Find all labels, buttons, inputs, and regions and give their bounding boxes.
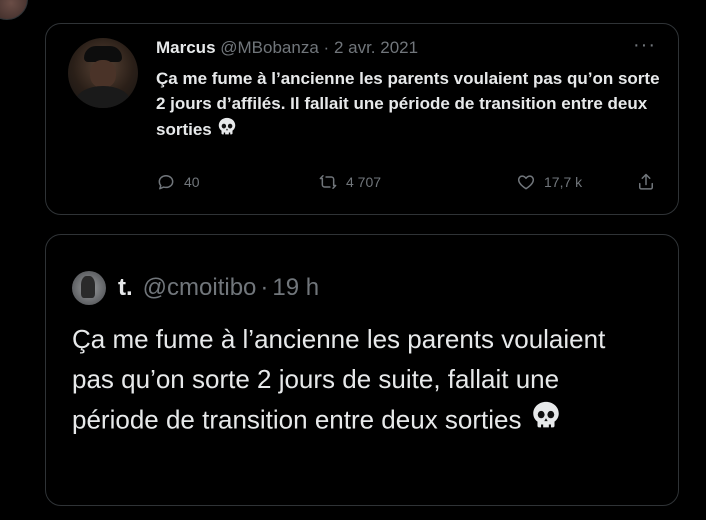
more-icon[interactable]: ··· — [633, 34, 656, 57]
reply-button[interactable]: 40 — [156, 172, 200, 192]
author-name[interactable]: Marcus — [156, 38, 216, 57]
retweet-button[interactable]: 4 707 — [318, 172, 381, 192]
tweet-text-content: Ça me fume à l’ancienne les parents voul… — [72, 324, 606, 435]
tweet-actions: 40 4 707 17,7 k — [156, 172, 656, 196]
skull-icon — [529, 399, 563, 444]
avatar-body — [76, 86, 130, 108]
previous-tweet-avatar[interactable] — [0, 0, 28, 20]
avatar-figure — [81, 276, 95, 298]
like-button[interactable]: 17,7 k — [516, 172, 582, 192]
tweet-text: Ça me fume à l’ancienne les parents voul… — [156, 66, 666, 145]
separator: · — [323, 38, 330, 57]
reply-icon — [158, 175, 174, 190]
retweet-icon — [319, 175, 337, 189]
share-icon — [639, 173, 653, 190]
quoted-tweet-card[interactable]: Marcus @MBobanza · 2 avr. 2021 ··· Ça me… — [45, 23, 679, 215]
heart-icon — [517, 175, 535, 190]
tweet-date[interactable]: 19 h — [272, 274, 319, 302]
tweet-date[interactable]: 2 avr. 2021 — [334, 38, 418, 57]
skull-icon — [216, 116, 238, 145]
avatar[interactable] — [68, 38, 138, 108]
reply-count: 40 — [184, 174, 200, 190]
author-handle[interactable]: @MBobanza — [220, 38, 319, 57]
separator: · — [260, 274, 269, 301]
author-handle[interactable]: @cmoitibo — [143, 274, 257, 302]
tweet-header: t. @cmoitibo · 19 h — [72, 271, 319, 305]
tweet-header: Marcus @MBobanza · 2 avr. 2021 — [156, 38, 418, 58]
tweet-text: Ça me fume à l’ancienne les parents voul… — [72, 319, 632, 444]
retweet-count: 4 707 — [346, 174, 382, 190]
share-button[interactable] — [636, 172, 656, 192]
avatar[interactable] — [72, 271, 106, 305]
like-count: 17,7 k — [544, 174, 583, 190]
tweet-card[interactable]: t. @cmoitibo · 19 h Ça me fume à l’ancie… — [45, 234, 679, 506]
author-name[interactable]: t. — [118, 274, 133, 302]
avatar-face — [90, 60, 116, 88]
